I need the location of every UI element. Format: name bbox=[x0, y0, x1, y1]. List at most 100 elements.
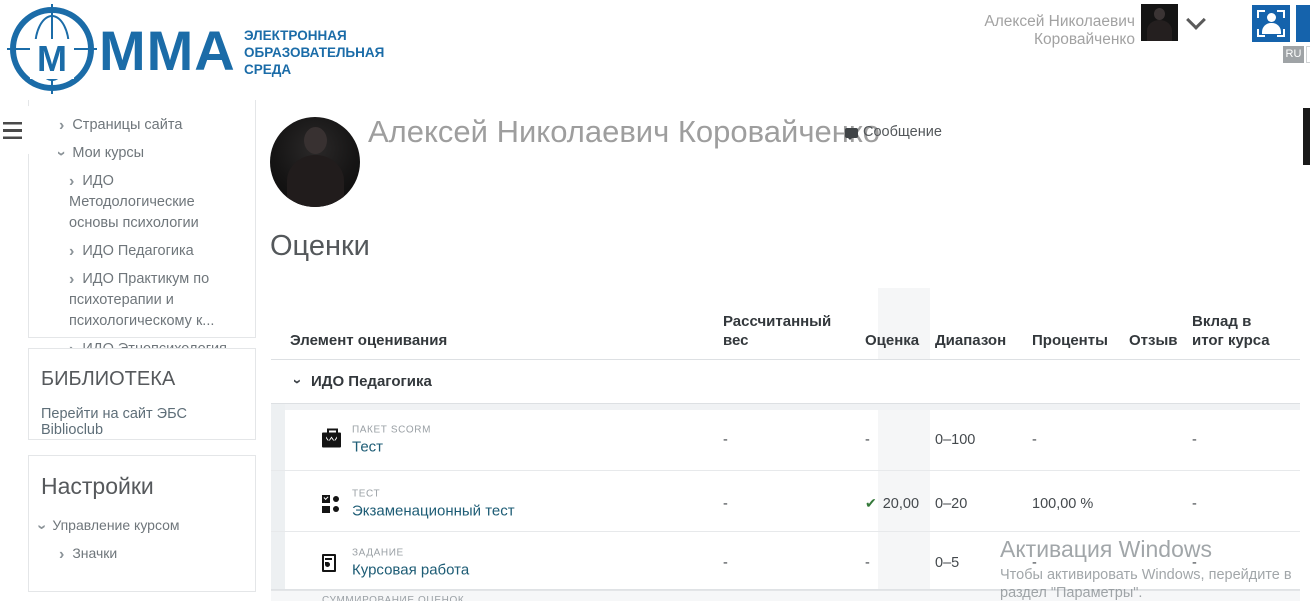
grade-pass-check-icon: ✔ bbox=[865, 495, 877, 511]
sidebar-item-course-administration[interactable]: ›Управление курсом bbox=[39, 517, 255, 536]
sidebar-settings-card: Настройки ›Управление курсом ›Значки bbox=[28, 455, 256, 592]
item-name-cell: ЗАДАНИЕ Курсовая работа bbox=[271, 537, 723, 589]
table-row: ПАКЕТ SCORM Тест - - 0–100 - - bbox=[271, 410, 1300, 471]
profile-user-name: Алексей Николаевич Коровайченко bbox=[368, 114, 880, 150]
sidebar-item-course-pedagogy[interactable]: › ИДО Педагогика bbox=[29, 238, 255, 266]
item-type-label: ЗАДАНИЕ bbox=[352, 548, 469, 559]
sidebar-item-course-methodology[interactable]: ›ИДО Методологические основы психологии bbox=[29, 168, 255, 238]
avatar-silhouette bbox=[287, 155, 344, 207]
brand-tagline: ЭЛЕКТРОННАЯ ОБРАЗОВАТЕЛЬНАЯ СРЕДА bbox=[244, 27, 384, 78]
column-header-item: Элемент оценивания bbox=[271, 331, 723, 359]
sidebar-item-site-pages[interactable]: › Страницы сайта bbox=[29, 112, 255, 140]
quiz-icon bbox=[322, 495, 340, 513]
moodle-grades-page: M ММА ЭЛЕКТРОННАЯ ОБРАЗОВАТЕЛЬНАЯ СРЕДА … bbox=[0, 0, 1310, 601]
assignment-icon bbox=[322, 554, 336, 572]
percent-value: - bbox=[1032, 432, 1129, 448]
avatar-silhouette bbox=[304, 127, 327, 154]
contribution-value: - bbox=[1192, 432, 1300, 448]
item-type-label: ТЕСТ bbox=[352, 488, 515, 499]
column-header-range: Диапазон bbox=[935, 331, 1032, 359]
nav-drawer-toggle-list-icon[interactable] bbox=[3, 122, 22, 139]
chevron-right-icon[interactable]: › bbox=[59, 115, 64, 136]
percent-value: 100,00 % bbox=[1032, 496, 1129, 512]
frame-corner bbox=[1257, 10, 1265, 18]
user-menu-chevron-down-icon[interactable] bbox=[1186, 10, 1206, 30]
category-row-pedagogy[interactable]: › ИДО Педагогика bbox=[271, 360, 1300, 404]
grade-value: - bbox=[865, 432, 935, 448]
logo-letter-plate: M bbox=[30, 39, 74, 79]
nav-label[interactable]: Управление курсом bbox=[52, 517, 179, 533]
item-type-label: ПАКЕТ SCORM bbox=[352, 425, 431, 436]
mma-logo-globe-icon[interactable]: M bbox=[10, 7, 94, 91]
library-block-title: БИБЛИОТЕКА bbox=[41, 368, 243, 391]
topbar-user-name[interactable]: Алексей Николаевич Коровайченко bbox=[885, 13, 1135, 49]
nav-label[interactable]: ИДО Педагогика bbox=[82, 243, 193, 259]
totals-row-label: СУММИРОВАНИЕ ОЦЕНОК bbox=[322, 595, 464, 601]
windows-activation-watermark-line: Чтобы активировать Windows, перейдите в bbox=[1000, 567, 1292, 583]
frame-corner bbox=[1257, 29, 1265, 37]
nav-label[interactable]: Страницы сайта bbox=[72, 117, 182, 133]
brand-acronym[interactable]: ММА bbox=[99, 18, 236, 83]
contacts-button[interactable] bbox=[1252, 5, 1290, 42]
nav-label[interactable]: ИДО Методологические основы психологии bbox=[69, 173, 199, 231]
grade-item-link[interactable]: Экзаменационный тест bbox=[352, 502, 515, 519]
course-nav-list: ›Страницы сайта ›Мои курсы ›ИДО Методоло… bbox=[29, 100, 255, 364]
language-badge-ru[interactable]: RU bbox=[1283, 46, 1304, 63]
grade-number: 20,00 bbox=[883, 496, 919, 512]
column-header-contribution: Вклад в итог курса bbox=[1192, 312, 1287, 359]
category-label: ИДО Педагогика bbox=[311, 373, 432, 390]
chevron-right-icon[interactable]: › bbox=[59, 546, 64, 564]
sidebar-item-badges[interactable]: › Значки bbox=[59, 545, 255, 564]
column-header-grade: Оценка bbox=[865, 331, 935, 359]
sidebar-navigation-card: ›Страницы сайта ›Мои курсы ›ИДО Методоло… bbox=[28, 100, 256, 338]
topbar-user-avatar[interactable] bbox=[1141, 4, 1178, 41]
contribution-value: - bbox=[1192, 496, 1300, 512]
frame-corner bbox=[1277, 10, 1285, 18]
totals-row-clipped: СУММИРОВАНИЕ ОЦЕНОК bbox=[271, 590, 1300, 601]
table-row: ТЕСТ Экзаменационный тест - ✔20,00 0–20 … bbox=[271, 476, 1300, 532]
item-name-cell: ТЕСТ Экзаменационный тест bbox=[271, 476, 723, 531]
brand-tagline-line: СРЕДА bbox=[244, 61, 384, 78]
sidebar-library-card: БИБЛИОТЕКА Перейти на сайт ЭБС Biblioclu… bbox=[28, 348, 256, 440]
range-value: 0–20 bbox=[935, 496, 1032, 512]
chevron-right-icon[interactable]: › bbox=[69, 241, 74, 262]
grade-value: - bbox=[865, 555, 935, 571]
sidebar-item-my-courses[interactable]: ›Мои курсы bbox=[29, 140, 255, 168]
weight-value: - bbox=[723, 496, 865, 512]
column-header-feedback: Отзыв bbox=[1129, 331, 1192, 359]
message-icon[interactable] bbox=[845, 128, 858, 138]
nav-label[interactable]: ИДО Практикум по психотерапии и психолог… bbox=[69, 271, 214, 329]
chevron-down-icon[interactable]: › bbox=[289, 379, 306, 384]
page-title: Оценки bbox=[270, 230, 370, 263]
settings-block-title: Настройки bbox=[41, 473, 243, 500]
grade-value: ✔ 20,00 bbox=[865, 495, 935, 512]
nav-label[interactable]: Значки bbox=[72, 545, 117, 561]
nav-label[interactable]: Мои курсы bbox=[72, 145, 144, 161]
column-header-weight: Рассчитанный вес bbox=[723, 312, 828, 359]
windows-activation-watermark-title: Активация Windows bbox=[1000, 536, 1212, 563]
chevron-right-icon[interactable]: › bbox=[69, 269, 74, 290]
brand-tagline-line: ОБРАЗОВАТЕЛЬНАЯ bbox=[244, 44, 384, 61]
item-name-cell: ПАКЕТ SCORM Тест bbox=[271, 410, 723, 470]
library-biblioclub-link[interactable]: Перейти на сайт ЭБС Biblioclub bbox=[41, 406, 243, 438]
message-link[interactable]: Сообщение bbox=[863, 124, 942, 140]
windows-activation-watermark-line: раздел "Параметры". bbox=[1000, 585, 1142, 601]
header-button-clipped[interactable] bbox=[1296, 5, 1310, 42]
frame-corner bbox=[1277, 29, 1285, 37]
language-badge-clipped[interactable] bbox=[1306, 46, 1310, 63]
grades-table-header: Элемент оценивания Рассчитанный вес Оцен… bbox=[271, 288, 1300, 360]
profile-avatar[interactable] bbox=[270, 117, 360, 207]
right-edge-panel-sliver bbox=[1303, 108, 1310, 165]
grade-item-link[interactable]: Курсовая работа bbox=[352, 562, 469, 579]
weight-value: - bbox=[723, 432, 865, 448]
chevron-down-icon[interactable]: › bbox=[51, 151, 72, 156]
grade-item-link[interactable]: Тест bbox=[352, 439, 431, 456]
avatar-silhouette bbox=[1154, 8, 1165, 20]
logo-letter: M bbox=[37, 41, 67, 77]
column-header-percent: Проценты bbox=[1032, 331, 1129, 359]
chevron-right-icon[interactable]: › bbox=[69, 171, 74, 192]
chevron-down-icon[interactable]: › bbox=[33, 524, 51, 529]
sidebar-item-course-practicum[interactable]: ›ИДО Практикум по психотерапии и психоло… bbox=[29, 266, 255, 336]
scorm-package-icon bbox=[322, 433, 341, 448]
brand-tagline-line: ЭЛЕКТРОННАЯ bbox=[244, 27, 384, 44]
